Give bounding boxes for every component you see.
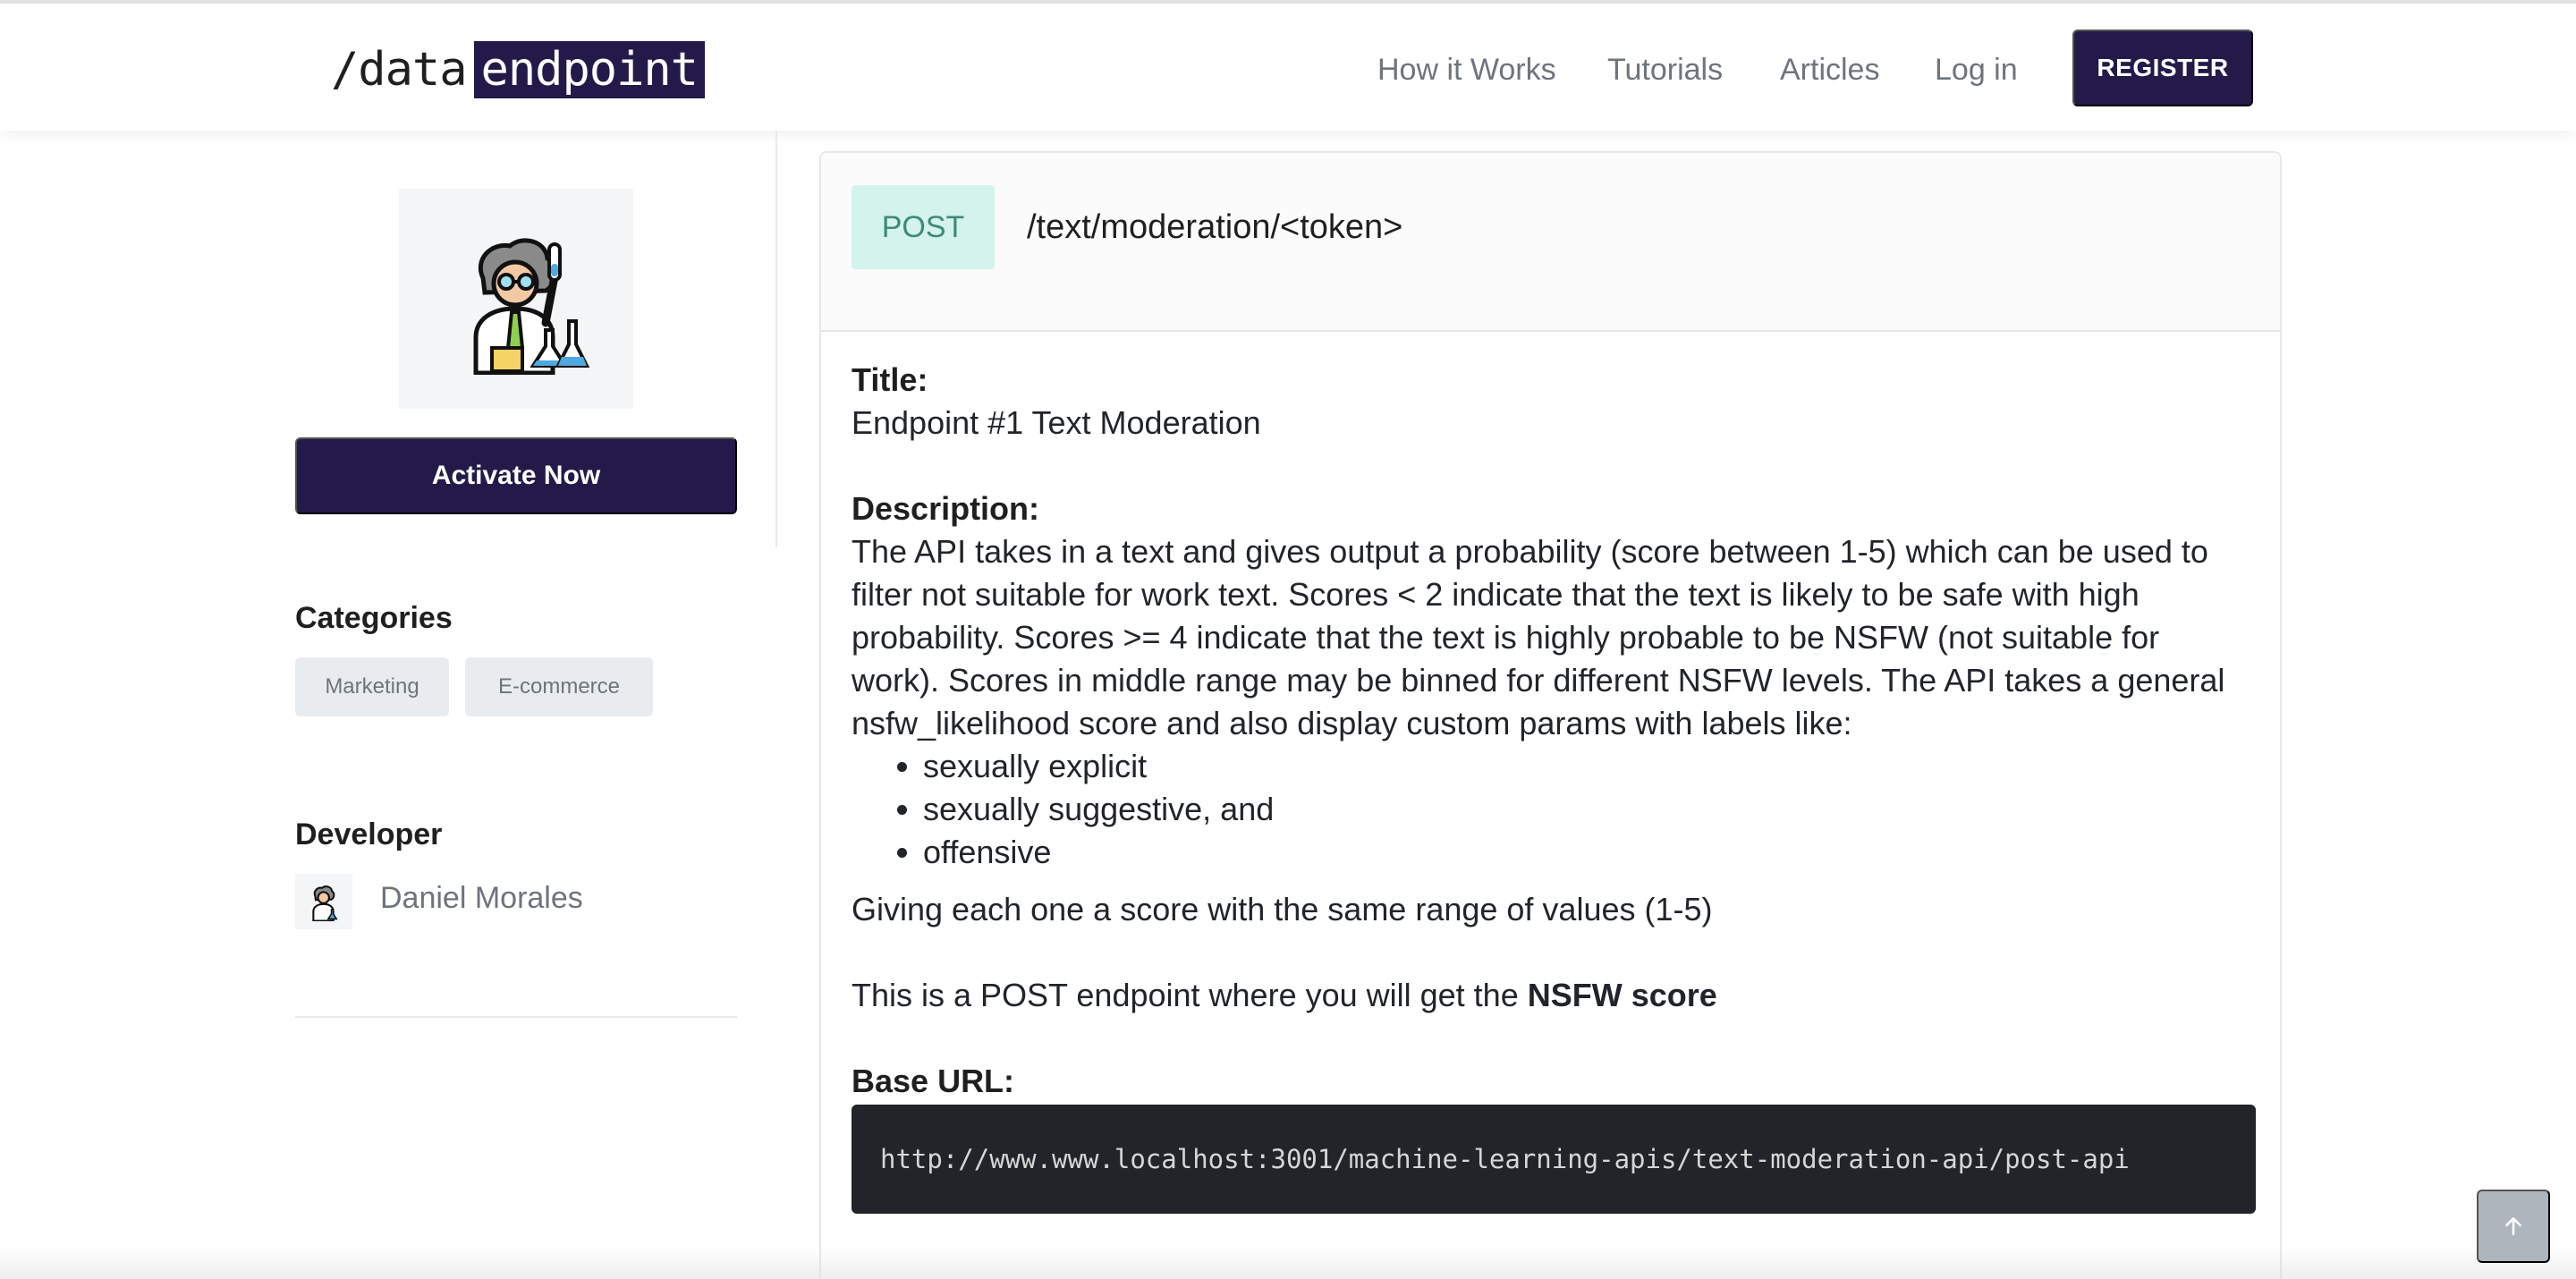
list-item: sexually explicit bbox=[923, 745, 2256, 788]
scroll-to-top-button[interactable] bbox=[2477, 1190, 2550, 1263]
developer-name-link[interactable]: Daniel Morales bbox=[380, 881, 583, 916]
register-button[interactable]: REGISTER bbox=[2072, 30, 2253, 106]
nav-tutorials[interactable]: Tutorials bbox=[1607, 39, 1723, 100]
title-label: Title: bbox=[852, 361, 928, 398]
page: /data endpoint How it Works Tutorials Ar… bbox=[0, 0, 2576, 1279]
post-text-prefix: This is a POST endpoint where you will g… bbox=[852, 977, 1519, 1013]
base-url-label: Base URL: bbox=[852, 1063, 1015, 1099]
endpoint-title: Endpoint #1 Text Moderation bbox=[852, 404, 1261, 441]
http-method-badge: POST bbox=[852, 185, 995, 269]
sidebar-divider bbox=[775, 131, 777, 547]
developer-avatar-icon bbox=[312, 885, 338, 921]
developer-heading: Developer bbox=[295, 817, 443, 851]
activate-now-button[interactable]: Activate Now bbox=[295, 437, 737, 514]
category-chip-marketing[interactable]: Marketing bbox=[295, 657, 449, 716]
nav-articles[interactable]: Articles bbox=[1780, 39, 1879, 100]
scientist-avatar-icon bbox=[473, 238, 590, 375]
categories-heading: Categories bbox=[295, 601, 453, 635]
logo-prefix: /data bbox=[331, 43, 468, 97]
score-range-text: Giving each one a score with the same ra… bbox=[852, 891, 1713, 927]
bottom-fade bbox=[0, 1248, 2576, 1279]
endpoint-card: POST /text/moderation/<token> Title: End… bbox=[819, 151, 2282, 1279]
post-endpoint-text: This is a POST endpoint where you will g… bbox=[852, 974, 2256, 1017]
description-label: Description: bbox=[852, 490, 1040, 527]
base-url-code[interactable]: http://www.www.localhost:3001/machine-le… bbox=[852, 1105, 2256, 1214]
endpoint-description: The API takes in a text and gives output… bbox=[852, 533, 2225, 741]
nav-log-in[interactable]: Log in bbox=[1935, 39, 2018, 100]
list-item: sexually suggestive, and bbox=[923, 788, 2256, 831]
endpoint-details: Title: Endpoint #1 Text Moderation Descr… bbox=[852, 359, 2256, 1214]
api-avatar bbox=[399, 189, 633, 409]
category-chip-ecommerce[interactable]: E-commerce bbox=[465, 657, 653, 716]
site-header: /data endpoint How it Works Tutorials Ar… bbox=[0, 4, 2576, 131]
sidebar-rule bbox=[295, 1016, 737, 1018]
list-item: offensive bbox=[923, 831, 2256, 874]
site-logo[interactable]: /data endpoint bbox=[331, 39, 705, 100]
endpoint-path: /text/moderation/<token> bbox=[1027, 208, 1403, 246]
nsfw-score-bold: NSFW score bbox=[1527, 977, 1717, 1013]
logo-highlight: endpoint bbox=[473, 41, 705, 98]
endpoint-card-header[interactable]: POST /text/moderation/<token> bbox=[821, 153, 2280, 332]
arrow-up-icon bbox=[2505, 1217, 2521, 1235]
nav-how-it-works[interactable]: How it Works bbox=[1377, 39, 1556, 100]
developer-avatar bbox=[295, 874, 352, 929]
label-list: sexually explicit sexually suggestive, a… bbox=[852, 745, 2256, 874]
